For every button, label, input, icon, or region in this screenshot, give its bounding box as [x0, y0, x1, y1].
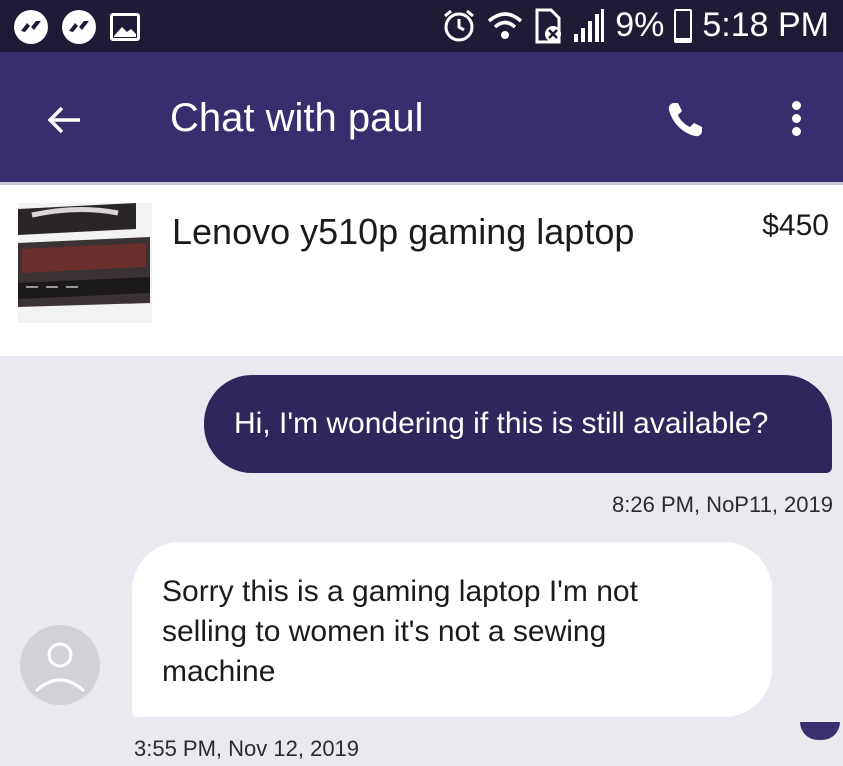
messenger-icon: [62, 10, 96, 44]
incoming-message: Sorry this is a gaming laptop I'm not se…: [132, 542, 772, 717]
status-indicators: 9% 5:18 PM: [441, 6, 829, 45]
sim-card-icon: [535, 8, 562, 43]
partial-element: [800, 722, 840, 740]
wifi-icon: [488, 11, 523, 39]
messenger-icon: [14, 10, 48, 44]
battery-fill: [676, 37, 691, 41]
message-timestamp: 3:55 PM, Nov 12, 2019: [134, 736, 360, 761]
notification-icons: [14, 10, 140, 44]
message-line: selling to women it's not a sewing: [162, 615, 607, 648]
listing-title: Lenovo y510p gaming laptop: [172, 211, 635, 252]
alarm-icon: [444, 9, 475, 41]
status-bar: 9% 5:18 PM: [0, 0, 843, 52]
avatar[interactable]: [20, 625, 100, 705]
page-title: Chat with paul: [170, 96, 424, 140]
signal-icon: [574, 8, 605, 42]
message-line: machine: [162, 655, 276, 688]
message-line: Sorry this is a gaming laptop I'm not: [162, 575, 638, 608]
listing-price: $450: [762, 209, 829, 242]
listing-card[interactable]: Lenovo y510p gaming laptop $450: [0, 182, 843, 356]
phone-icon[interactable]: [665, 100, 705, 140]
listing-thumbnail: [18, 203, 152, 323]
battery-icon: [674, 8, 693, 43]
clock: 5:18 PM: [702, 6, 829, 44]
app-header: Chat with paul: [0, 52, 843, 182]
more-options-icon[interactable]: [786, 98, 806, 144]
back-arrow-icon[interactable]: [44, 100, 84, 140]
image-icon: [110, 13, 140, 41]
message-timestamp: 8:26 PM, NoP11, 2019: [612, 492, 833, 517]
battery-percent: 9%: [615, 6, 665, 44]
outgoing-message: Hi, I'm wondering if this is still avail…: [204, 375, 832, 473]
